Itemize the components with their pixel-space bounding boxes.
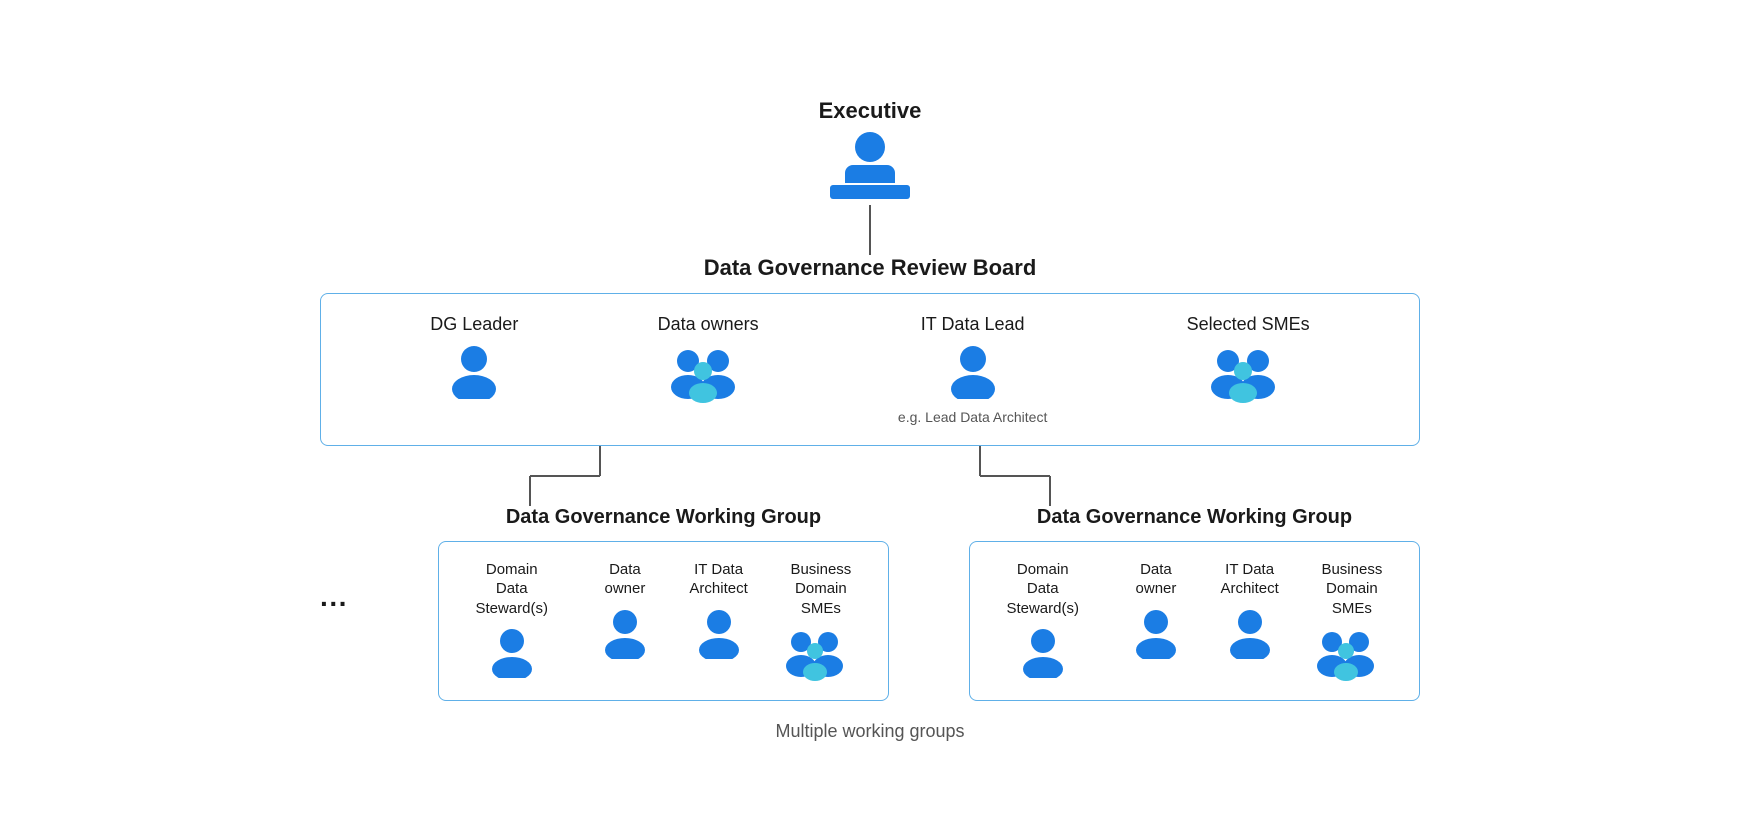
exec-shoulders-shape: [845, 165, 895, 183]
it-data-lead-icon: [946, 343, 1000, 399]
selected-smes-icon: [1208, 343, 1288, 403]
selected-smes-label: Selected SMEs: [1187, 314, 1310, 335]
wg-right-smes-icon: [1315, 626, 1389, 682]
board-member-selected-smes: Selected SMEs: [1187, 314, 1310, 403]
board-member-data-owners: Data owners: [658, 314, 759, 403]
wg-left-smes-icon: [784, 626, 858, 682]
wg-left-architect-label: IT DataArchitect: [689, 560, 747, 599]
working-groups-row: ··· Data Governance Working Group Domain…: [320, 506, 1420, 702]
review-board-box: DG Leader Data owners: [320, 293, 1420, 446]
connector-exec-to-board: [869, 205, 871, 255]
executive-icon: [830, 132, 910, 199]
wg-left-owner-label: Data owner: [590, 560, 659, 599]
review-board-label: Data Governance Review Board: [704, 255, 1037, 281]
wg-right-label: Data Governance Working Group: [1037, 506, 1352, 529]
wg-right-architect-icon: [1225, 607, 1275, 659]
wg-left-it-architect: IT DataArchitect: [689, 560, 747, 659]
multiple-groups-label: Multiple working groups: [775, 721, 964, 742]
wg-right-section: Data Governance Working Group DomainData…: [969, 506, 1420, 702]
exec-desk-shape: [830, 185, 910, 199]
wg-left-architect-icon: [694, 607, 744, 659]
wg-left-steward-label: DomainData Steward(s): [463, 560, 560, 619]
wg-left-data-owner: Data owner: [590, 560, 659, 659]
wg-left-smes-label: BusinessDomain SMEs: [778, 560, 864, 619]
wg-right-owner-label: Data owner: [1121, 560, 1190, 599]
data-owners-label: Data owners: [658, 314, 759, 335]
wg-left-box: DomainData Steward(s) Data owner: [438, 541, 889, 702]
connector-svg: [320, 446, 1420, 506]
wg-right-steward-icon: [1018, 626, 1068, 678]
it-data-lead-label: IT Data Lead: [921, 314, 1025, 335]
executive-block: Executive: [819, 98, 922, 199]
board-member-dg-leader: DG Leader: [430, 314, 518, 399]
wg-right-biz-smes: BusinessDomain SMEs: [1309, 560, 1395, 683]
review-board-section: Data Governance Review Board DG Leader D…: [170, 255, 1570, 446]
wg-right-it-architect: IT DataArchitect: [1220, 560, 1278, 659]
wg-right-owner-icon: [1131, 607, 1181, 659]
wg-right-smes-label: BusinessDomain SMEs: [1309, 560, 1395, 619]
wg-right-box: DomainData Steward(s) Data owner: [969, 541, 1420, 702]
org-chart: Executive Data Governance Review Board D…: [170, 98, 1570, 743]
wg-left-steward-icon: [487, 626, 537, 678]
board-to-wg-connectors: [320, 446, 1420, 506]
it-data-lead-sublabel: e.g. Lead Data Architect: [898, 409, 1047, 425]
board-member-it-data-lead: IT Data Lead e.g. Lead Data Architect: [898, 314, 1047, 425]
wg-right-steward-label: DomainData Steward(s): [994, 560, 1091, 619]
dg-leader-label: DG Leader: [430, 314, 518, 335]
wg-right-domain-steward: DomainData Steward(s): [994, 560, 1091, 679]
data-owners-icon: [668, 343, 748, 403]
wg-left-owner-icon: [600, 607, 650, 659]
dg-leader-icon: [447, 343, 501, 399]
exec-head-shape: [855, 132, 885, 162]
ellipsis-dots: ···: [320, 588, 348, 620]
wg-left-domain-steward: DomainData Steward(s): [463, 560, 560, 679]
wg-left-biz-smes: BusinessDomain SMEs: [778, 560, 864, 683]
executive-label: Executive: [819, 98, 922, 124]
wg-left-label: Data Governance Working Group: [506, 506, 821, 529]
wg-right-data-owner: Data owner: [1121, 560, 1190, 659]
wg-right-architect-label: IT DataArchitect: [1220, 560, 1278, 599]
wg-left-section: Data Governance Working Group DomainData…: [438, 506, 889, 702]
